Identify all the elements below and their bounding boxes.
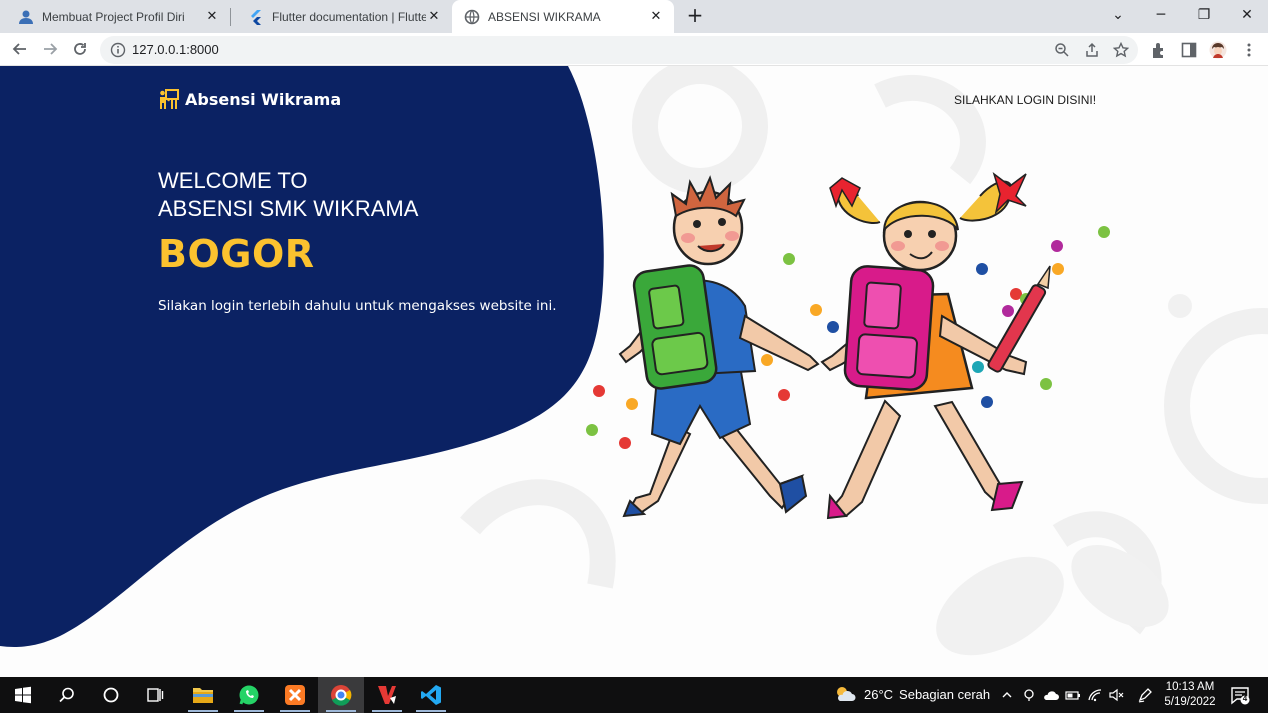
- hero-subtitle: Silakan login terlebih dahulu untuk meng…: [158, 298, 557, 314]
- meet-icon[interactable]: [1020, 686, 1038, 704]
- onedrive-icon[interactable]: [1042, 686, 1060, 704]
- close-tab-icon[interactable]: ✕: [648, 9, 664, 25]
- tab-flutter[interactable]: Flutter documentation | Flutter ✕: [230, 0, 452, 33]
- close-window-icon[interactable]: ✕: [1227, 0, 1267, 30]
- tab-profil[interactable]: Membuat Project Profil Diri ✕: [0, 0, 230, 33]
- address-bar[interactable]: 127.0.0.1:8000: [100, 36, 1138, 64]
- hero-city: BOGOR: [158, 232, 315, 276]
- forward-icon[interactable]: [38, 37, 62, 61]
- chrome-icon[interactable]: [318, 677, 364, 713]
- url-text: 127.0.0.1:8000: [132, 42, 219, 57]
- browser-toolbar: 127.0.0.1:8000: [0, 33, 1268, 66]
- tab-title: Membuat Project Profil Diri: [42, 9, 185, 24]
- minimize-icon[interactable]: ─: [1141, 0, 1181, 30]
- xampp-icon[interactable]: [272, 677, 318, 713]
- tab-absensi[interactable]: ABSENSI WIKRAMA ✕: [452, 0, 674, 33]
- whatsapp-icon[interactable]: [226, 677, 272, 713]
- weather-widget[interactable]: 26°C Sebagian cerah: [834, 685, 990, 703]
- weather-condition: Sebagian cerah: [899, 686, 991, 702]
- teacher-board-icon: [160, 89, 179, 109]
- globe-favicon-icon: [464, 9, 480, 25]
- hero-heading: WELCOME TO ABSENSI SMK WIKRAMA: [158, 167, 418, 223]
- windows-taskbar: 26°C Sebagian cerah 10:13 AM 5/19/2022 4: [0, 677, 1268, 713]
- profile-avatar-icon[interactable]: [1209, 41, 1227, 59]
- system-clock[interactable]: 10:13 AM 5/19/2022: [1158, 680, 1222, 710]
- brand-name: Absensi Wikrama: [185, 89, 342, 109]
- windows-start-icon[interactable]: [0, 677, 46, 713]
- tab-title: ABSENSI WIKRAMA: [488, 9, 601, 24]
- share-icon[interactable]: [1084, 42, 1100, 58]
- close-tab-icon[interactable]: ✕: [426, 9, 442, 25]
- tab-strip: Membuat Project Profil Diri ✕ Flutter do…: [0, 0, 1268, 33]
- notification-count: 4: [1242, 694, 1248, 703]
- back-icon[interactable]: [8, 37, 32, 61]
- clock-time: 10:13 AM: [1165, 681, 1215, 693]
- search-icon[interactable]: [44, 677, 90, 713]
- side-panel-icon[interactable]: [1180, 41, 1198, 59]
- weather-temp: 26°C: [864, 686, 894, 702]
- login-link[interactable]: SILAHKAN LOGIN DISINI!: [954, 93, 1096, 107]
- partly-cloudy-icon: [837, 687, 856, 701]
- battery-icon[interactable]: [1064, 686, 1082, 704]
- profile-favicon-icon: [18, 9, 34, 25]
- tab-title: Flutter documentation | Flutter: [272, 9, 426, 24]
- page-viewport: Absensi Wikrama SILAHKAN LOGIN DISINI! W…: [0, 66, 1268, 677]
- volume-muted-icon[interactable]: [1108, 686, 1126, 704]
- girl-figure: [820, 172, 1051, 520]
- extensions-icon[interactable]: [1150, 41, 1168, 59]
- clock-date: 5/19/2022: [1164, 696, 1216, 708]
- pen-icon[interactable]: [1136, 686, 1154, 704]
- zoom-icon[interactable]: [1054, 42, 1070, 58]
- reload-icon[interactable]: [68, 37, 92, 61]
- vscode-alt-icon[interactable]: [364, 677, 410, 713]
- wifi-icon[interactable]: [1086, 686, 1104, 704]
- cortana-icon[interactable]: [88, 677, 134, 713]
- brand-logo[interactable]: Absensi Wikrama: [158, 88, 341, 110]
- hero-heading-line1: WELCOME TO: [158, 168, 308, 193]
- close-tab-icon[interactable]: ✕: [204, 9, 220, 25]
- hero-background-shape: [0, 66, 604, 647]
- hero-heading-line2: ABSENSI SMK WIKRAMA: [158, 196, 419, 221]
- restore-icon[interactable]: ❐: [1184, 0, 1224, 30]
- menu-dots-icon[interactable]: [1240, 41, 1258, 59]
- tab-search-icon[interactable]: ⌄: [1098, 0, 1138, 30]
- flutter-favicon-icon: [248, 9, 264, 25]
- task-view-icon[interactable]: [132, 677, 178, 713]
- vscode-icon[interactable]: [408, 677, 454, 713]
- notification-center-icon[interactable]: 4: [1230, 685, 1250, 705]
- new-tab-button[interactable]: +: [683, 4, 707, 28]
- boy-figure: [618, 175, 820, 518]
- chevron-up-icon[interactable]: [998, 686, 1016, 704]
- bookmark-star-icon[interactable]: [1112, 41, 1130, 58]
- students-illustration: [586, 172, 1110, 520]
- site-info-icon[interactable]: [110, 42, 126, 58]
- file-explorer-icon[interactable]: [180, 677, 226, 713]
